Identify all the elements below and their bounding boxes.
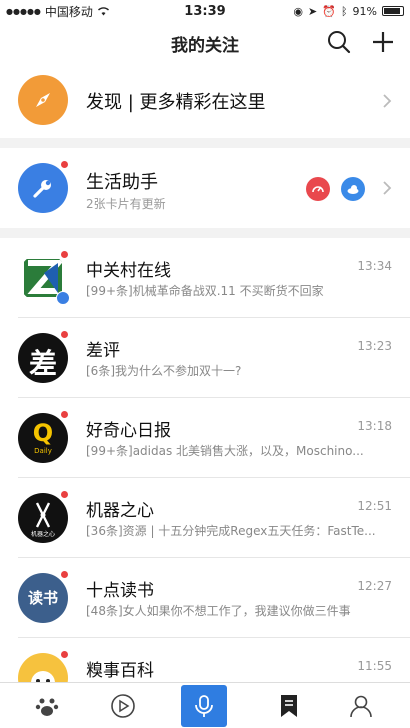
- item-time: 12:27: [357, 579, 392, 593]
- tab-following[interactable]: [248, 683, 330, 728]
- helper-label: 生活助手: [86, 172, 158, 193]
- verified-badge-icon: [56, 291, 70, 305]
- item-message: [99+条]adidas 北美销售大涨，以及，Moschino...: [86, 444, 364, 458]
- add-icon[interactable]: [370, 29, 396, 55]
- avatar: 机器之心: [18, 493, 68, 543]
- tab-voice[interactable]: [181, 685, 227, 727]
- profile-icon: [350, 695, 372, 718]
- discover-label: 发现 | 更多精彩在这里: [86, 92, 266, 113]
- search-icon[interactable]: [326, 29, 352, 55]
- alarm-icon: ⏰: [322, 4, 336, 18]
- list-item[interactable]: 读书 十点读书 12:27 [48条]女人如果你不想工作了，我建议你做三件事: [0, 558, 410, 638]
- status-bar: ●●●●● 中国移动 13:39 ◉ ➤ ⏰ ᛒ 91%: [0, 0, 410, 22]
- item-message: [48条]女人如果你不想工作了，我建议你做三件事: [86, 604, 351, 618]
- speedometer-icon: [306, 177, 330, 201]
- mic-icon: [195, 695, 213, 717]
- home-paw-icon: [35, 698, 59, 716]
- battery-icon: [382, 6, 404, 16]
- chevron-right-icon: [383, 94, 392, 108]
- item-message: [36条]资源 | 十五分钟完成Regex五天任务：FastTe...: [86, 524, 376, 538]
- life-helper-entry[interactable]: 生活助手 2张卡片有更新: [0, 148, 410, 228]
- avatar-sub: Daily: [34, 447, 52, 455]
- play-icon: [111, 694, 135, 718]
- discover-entry[interactable]: 发现 | 更多精彩在这里: [0, 62, 410, 138]
- item-name: 中关村在线: [86, 261, 171, 281]
- unread-dot: [60, 160, 69, 169]
- list-item[interactable]: 糗事百科 11:55: [0, 638, 410, 682]
- list-item[interactable]: 中关村在线 13:34 [99+条]机械革命备战双.11 不买断货不回家: [0, 238, 410, 318]
- item-time: 13:18: [357, 419, 392, 433]
- wrench-icon: [18, 163, 68, 213]
- item-name: 机器之心: [86, 501, 154, 521]
- list-item[interactable]: Q Daily 好奇心日报 13:18 [99+条]adidas 北美销售大涨，…: [0, 398, 410, 478]
- avatar-sub: 机器之心: [30, 531, 55, 538]
- chevron-right-icon: [383, 181, 392, 195]
- list-item[interactable]: 机器之心 机器之心 12:51 [36条]资源 | 十五分钟完成Regex五天任…: [0, 478, 410, 558]
- location-icon: ➤: [308, 4, 318, 18]
- tab-profile[interactable]: [320, 683, 402, 728]
- wifi-icon: [97, 7, 109, 16]
- avatar-glyph: 差: [28, 347, 57, 380]
- avatar-glyph: Q: [32, 419, 54, 447]
- item-name: 糗事百科: [86, 661, 154, 681]
- list-item[interactable]: 差 差评 13:23 [6条]我为什么不参加双十一?: [0, 318, 410, 398]
- unread-dot: [60, 410, 69, 419]
- compass-icon: [18, 75, 68, 125]
- item-time: 13:23: [357, 339, 392, 353]
- item-time: 13:34: [357, 259, 392, 273]
- battery-label: 91%: [352, 4, 377, 18]
- item-name: 十点读书: [86, 581, 154, 601]
- item-time: 12:51: [357, 499, 392, 513]
- weather-icon: [341, 177, 365, 201]
- lock-rotation-icon: ◉: [293, 4, 304, 18]
- avatar-glyph: 读书: [27, 589, 58, 607]
- unread-dot: [60, 330, 69, 339]
- item-name: 好奇心日报: [86, 421, 171, 441]
- avatar: Q Daily: [18, 413, 68, 463]
- nav-bar: 我的关注: [0, 22, 410, 62]
- tab-video[interactable]: [82, 683, 164, 728]
- item-name: 差评: [86, 341, 120, 361]
- item-message: [99+条]机械革命备战双.11 不买断货不回家: [86, 284, 324, 298]
- unread-dot: [60, 570, 69, 579]
- unread-dot: [60, 490, 69, 499]
- tab-home[interactable]: [6, 683, 88, 728]
- carrier-label: 中国移动: [44, 4, 93, 19]
- unread-dot: [60, 650, 69, 659]
- bookmark-icon: [281, 695, 297, 717]
- helper-sub: 2张卡片有更新: [86, 197, 166, 211]
- unread-dot: [60, 250, 69, 259]
- subscription-list: 中关村在线 13:34 [99+条]机械革命备战双.11 不买断货不回家 差 差…: [0, 238, 410, 682]
- item-time: 11:55: [357, 659, 392, 673]
- item-message: [6条]我为什么不参加双十一?: [86, 364, 242, 378]
- avatar: 差: [18, 333, 68, 383]
- avatar: 读书: [18, 573, 68, 623]
- signal-icon: ●●●●●: [6, 6, 41, 16]
- tab-bar: [0, 682, 410, 728]
- bluetooth-icon: ᛒ: [340, 4, 348, 18]
